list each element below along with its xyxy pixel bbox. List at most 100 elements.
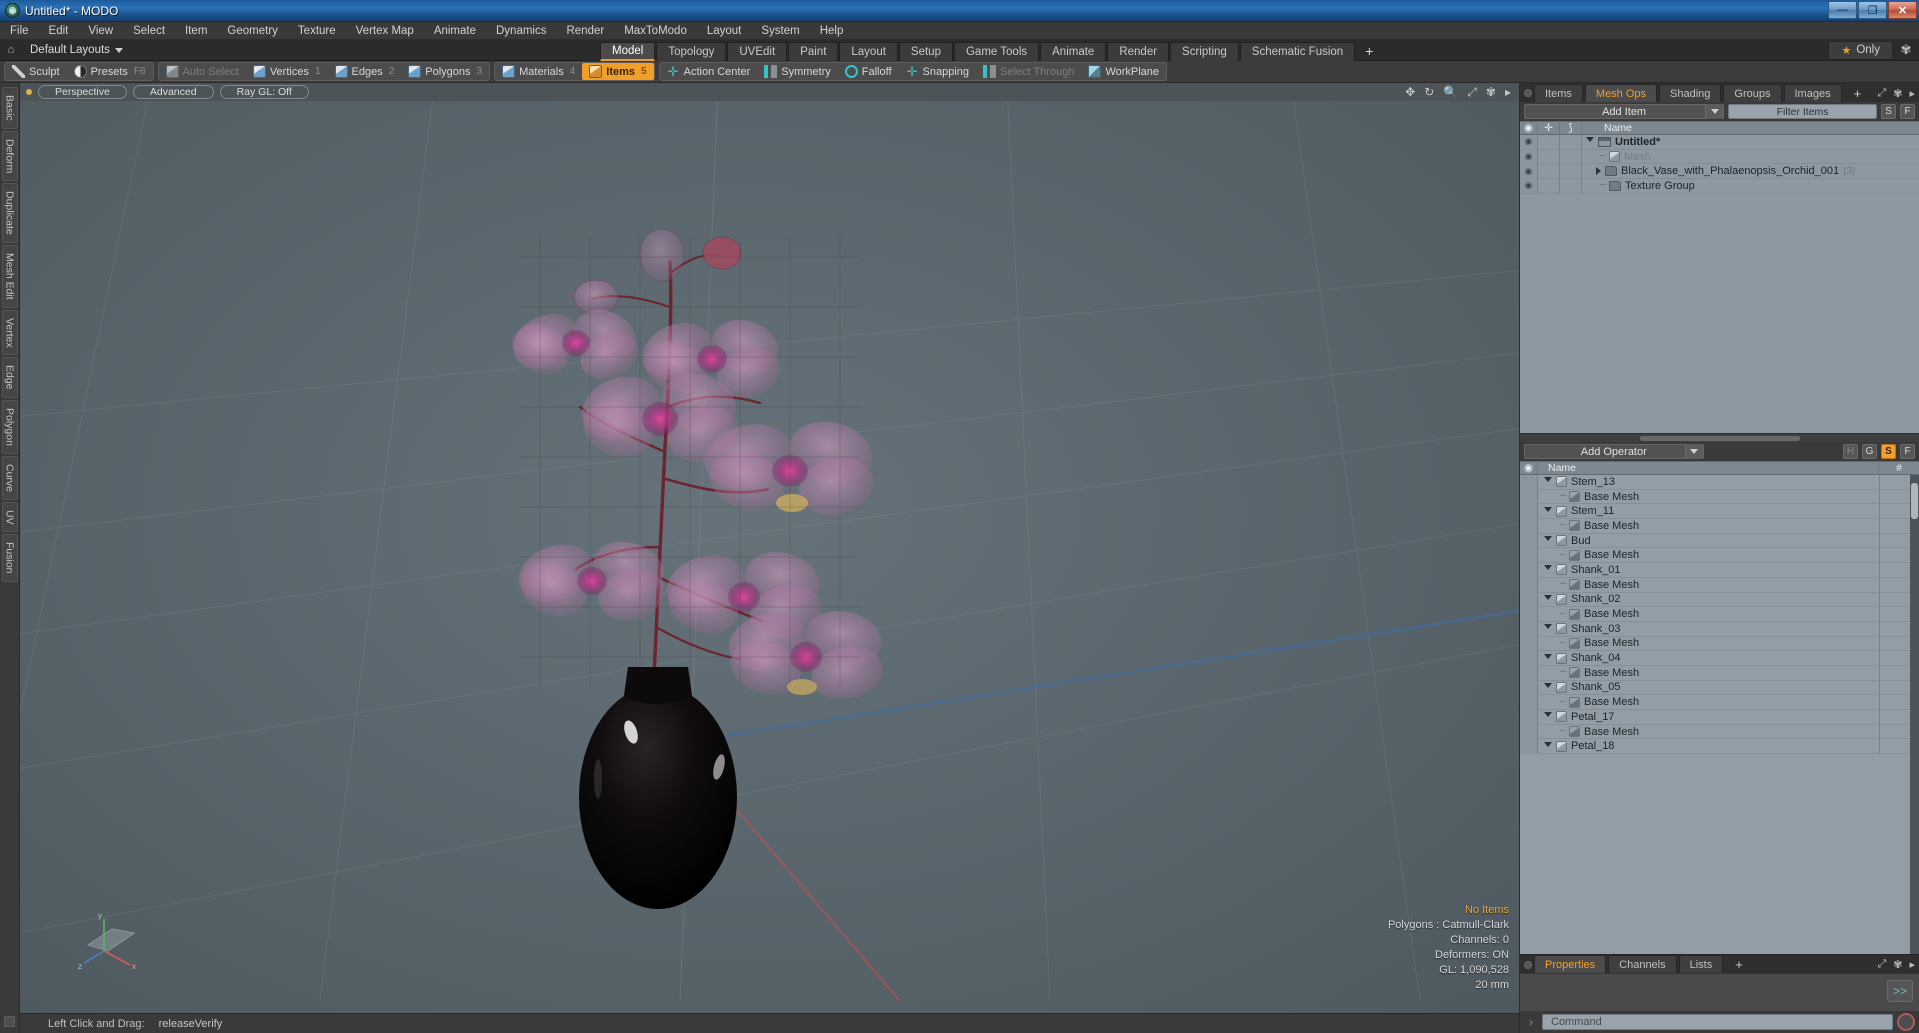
command-input[interactable]: Command [1542, 1014, 1893, 1030]
record-icon[interactable] [1897, 1013, 1915, 1031]
only-toggle-button[interactable]: ★ Only [1828, 40, 1893, 60]
menu-vertex-map[interactable]: Vertex Map [346, 22, 424, 40]
mesh-ops-row[interactable]: Petal_17 [1520, 709, 1919, 725]
eye-toggle-icon[interactable] [1520, 547, 1538, 563]
tree-row-untitled[interactable]: ◉ Untitled* [1520, 135, 1919, 150]
panel-tab-shading[interactable]: Shading [1659, 84, 1722, 102]
mesh-ops-row[interactable]: Stem_11 [1520, 503, 1919, 520]
eye-toggle-icon[interactable] [1520, 562, 1538, 578]
ops-filter-f-button[interactable]: F [1900, 444, 1915, 459]
3d-viewport[interactable]: No Items Polygons : Catmull-Clark Channe… [20, 101, 1519, 1013]
expand-arrow-icon[interactable] [1544, 565, 1552, 574]
filter-s-button[interactable]: S [1881, 104, 1896, 119]
eye-toggle-icon[interactable]: ◉ [1520, 135, 1538, 150]
eye-toggle-icon[interactable] [1520, 592, 1538, 607]
tool-materials[interactable]: Materials 4 [495, 63, 582, 80]
gear-icon[interactable]: ✾ [1486, 85, 1496, 99]
expand-arrow-icon[interactable] [1544, 653, 1552, 663]
panel-tab-images[interactable]: Images [1783, 84, 1842, 102]
eye-toggle-icon[interactable] [1520, 636, 1538, 651]
expand-arrow-icon[interactable] [1544, 506, 1552, 516]
eye-toggle-icon[interactable] [1520, 489, 1538, 504]
ops-filter-h-button[interactable]: H [1843, 444, 1858, 459]
eye-toggle-icon[interactable] [1520, 665, 1538, 681]
layout-tab-render[interactable]: Render [1107, 41, 1170, 61]
rail-tab-basic[interactable]: Basic [1, 87, 18, 129]
layout-tab-layout[interactable]: Layout [839, 41, 898, 61]
chevron-right-icon[interactable]: ▸ [1909, 958, 1915, 971]
tool-snapping[interactable]: ✛ Snapping [899, 63, 977, 80]
tree-row-texture-group[interactable]: ◉ ┈ Texture Group [1520, 178, 1919, 194]
menu-layout[interactable]: Layout [697, 22, 752, 40]
tool-workplane[interactable]: WorkPlane [1081, 63, 1166, 80]
viewport-raygl-dropdown[interactable]: Ray GL: Off [219, 85, 309, 99]
layout-tab-schematic-fusion[interactable]: Schematic Fusion [1239, 41, 1356, 61]
rail-tab-edge[interactable]: Edge [1, 357, 18, 398]
tool-sculpt[interactable]: Sculpt [5, 63, 67, 80]
filter-f-button[interactable]: F [1900, 104, 1915, 119]
menu-texture[interactable]: Texture [288, 22, 346, 40]
menu-animate[interactable]: Animate [424, 22, 486, 40]
chevron-right-icon[interactable]: ▸ [1505, 85, 1511, 99]
mesh-ops-row[interactable]: ┈ Base Mesh [1520, 665, 1919, 681]
mesh-ops-row[interactable]: ┈ Base Mesh [1520, 518, 1919, 534]
mesh-ops-row[interactable]: ┈ Base Mesh [1520, 577, 1919, 593]
layout-tab-game-tools[interactable]: Game Tools [953, 41, 1040, 61]
menu-select[interactable]: Select [123, 22, 175, 40]
mesh-ops-vertical-scrollbar[interactable] [1910, 475, 1919, 954]
expand-icon[interactable]: ⤢ [1877, 87, 1886, 100]
close-button[interactable]: ✕ [1888, 1, 1917, 19]
tool-items[interactable]: Items 5 [582, 63, 654, 80]
eye-toggle-icon[interactable] [1520, 738, 1538, 754]
eye-toggle-icon[interactable]: ◉ [1520, 178, 1538, 194]
tool-symmetry[interactable]: Symmetry [757, 63, 838, 80]
chevron-right-icon[interactable]: ▸ [1909, 87, 1915, 100]
layout-tab-animate[interactable]: Animate [1040, 41, 1107, 61]
panel-tab-mesh-ops[interactable]: Mesh Ops [1584, 84, 1658, 102]
add-props-tab-button[interactable]: + [1725, 955, 1753, 973]
panel-menu-dot-icon[interactable] [1524, 89, 1532, 97]
eye-toggle-icon[interactable] [1520, 709, 1538, 725]
expand-arrow-icon[interactable] [1586, 137, 1594, 146]
eye-toggle-icon[interactable]: ◉ [1520, 163, 1538, 179]
items-tree[interactable]: ◉ Untitled* ◉ ┈ Mesh ◉ Black_Vase_with_P… [1520, 135, 1919, 433]
props-tab-properties[interactable]: Properties [1534, 955, 1607, 973]
add-layout-tab-button[interactable]: + [1356, 42, 1382, 61]
mesh-ops-row[interactable]: Shank_03 [1520, 621, 1919, 637]
zoom-icon[interactable]: 🔍 [1443, 85, 1458, 99]
menu-item[interactable]: Item [175, 22, 217, 40]
eye-toggle-icon[interactable] [1520, 724, 1538, 739]
menu-file[interactable]: File [0, 22, 39, 40]
mesh-ops-row[interactable]: ┈ Base Mesh [1520, 636, 1919, 652]
scrollbar-thumb[interactable] [1639, 435, 1800, 441]
props-tab-channels[interactable]: Channels [1608, 955, 1677, 973]
move-icon[interactable]: ✥ [1405, 85, 1415, 99]
mesh-ops-row[interactable]: Stem_13 [1520, 475, 1919, 490]
tree-row-orchid-mesh[interactable]: ◉ Black_Vase_with_Phalaenopsis_Orchid_00… [1520, 163, 1919, 180]
menu-help[interactable]: Help [810, 22, 854, 40]
menu-view[interactable]: View [78, 22, 123, 40]
layout-tab-setup[interactable]: Setup [898, 41, 953, 61]
mesh-ops-row[interactable]: ┈ Base Mesh [1520, 694, 1919, 710]
filter-items-input[interactable]: Filter Items [1728, 104, 1877, 119]
rail-tab-vertex[interactable]: Vertex [1, 309, 18, 356]
mesh-ops-row[interactable]: ┈ Base Mesh [1520, 547, 1919, 564]
menu-system[interactable]: System [751, 22, 809, 40]
mesh-ops-row[interactable]: Shank_04 [1520, 650, 1919, 666]
tool-polygons[interactable]: Polygons 3 [401, 63, 489, 80]
maximize-button[interactable]: ❐ [1858, 1, 1887, 19]
tool-edges[interactable]: Edges 2 [328, 63, 402, 80]
expand-arrow-icon[interactable] [1596, 167, 1601, 176]
scrollbar-thumb[interactable] [1911, 483, 1918, 519]
eye-toggle-icon[interactable] [1520, 518, 1538, 534]
tool-presets[interactable]: Presets F6 [67, 63, 153, 80]
mesh-ops-tree[interactable]: Stem_13 ┈ Base Mesh Stem_11 ┈ Base Mesh Bud ┈ Ba… [1520, 475, 1919, 954]
mesh-ops-row[interactable]: Shank_05 [1520, 680, 1919, 696]
mesh-ops-row[interactable]: ┈ Base Mesh [1520, 489, 1919, 505]
gear-icon[interactable]: ✾ [1893, 87, 1902, 100]
viewport-projection-dropdown[interactable]: Perspective [38, 85, 127, 99]
default-layouts-dropdown[interactable]: Default Layouts [22, 44, 131, 56]
rail-tab-duplicate[interactable]: Duplicate [1, 183, 18, 243]
rail-tab-deform[interactable]: Deform [1, 130, 18, 182]
gear-icon[interactable]: ✾ [1893, 958, 1902, 971]
